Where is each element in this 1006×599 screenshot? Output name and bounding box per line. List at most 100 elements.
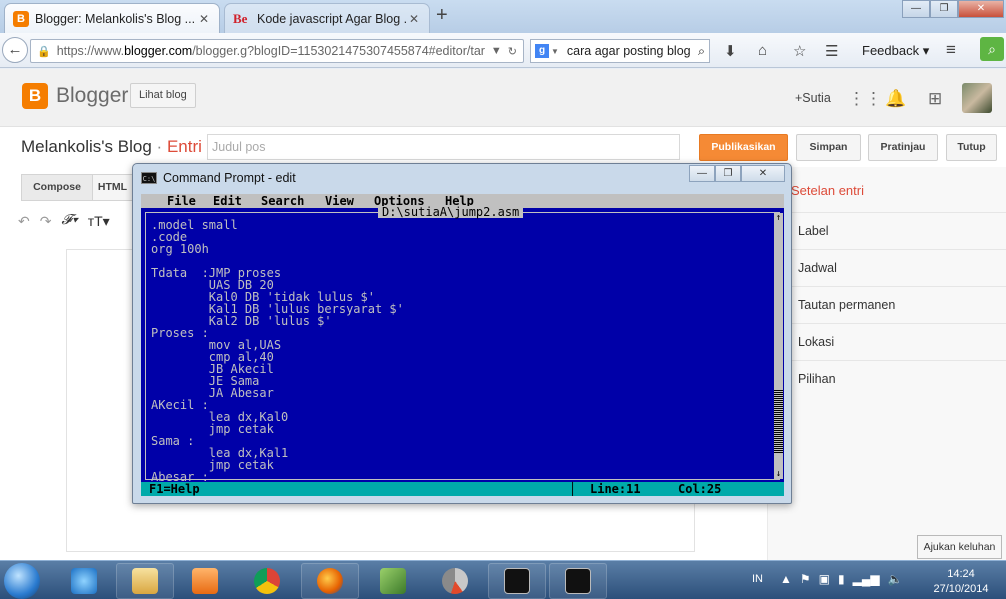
home-icon[interactable]: ⌂ xyxy=(758,42,767,59)
system-tray: ▲ ⚑ ▣ ▮ ▂▄▆ 🔈 xyxy=(780,572,903,586)
tab-kode-javascript[interactable]: Be Kode javascript Agar Blog ... ✕ xyxy=(224,3,430,33)
settings-item-options[interactable]: Pilihan xyxy=(768,360,1006,397)
network-icon[interactable]: ▣ xyxy=(819,572,830,586)
close-window-icon[interactable]: ✕ xyxy=(958,0,1004,18)
blogger-logo-icon[interactable]: B xyxy=(22,83,48,109)
start-button[interactable] xyxy=(4,563,40,599)
media-player-icon[interactable] xyxy=(176,563,234,599)
blogger-icon: B xyxy=(13,10,29,27)
code-line[interactable]: org 100h xyxy=(151,243,404,255)
back-arrow-icon[interactable]: ← xyxy=(2,37,28,63)
cmd-titlebar: C:\ Command Prompt - edit xyxy=(141,171,296,185)
bookmarks-list-icon[interactable]: ☰ xyxy=(825,42,838,60)
browser-tab-bar: B Blogger: Melankolis's Blog ... ✕ Be Ko… xyxy=(0,0,1006,33)
dos-editor[interactable]: File Edit Search View Options Help D:\su… xyxy=(141,194,784,496)
scroll-up-icon[interactable]: ↑ xyxy=(774,213,783,223)
settings-item-schedule[interactable]: Jadwal xyxy=(768,249,1006,286)
font-size-icon[interactable]: тT▾ xyxy=(88,213,110,230)
action-center-icon[interactable]: ⚑ xyxy=(800,572,811,586)
clock-date: 27/10/2014 xyxy=(933,583,989,595)
settings-item-location[interactable]: Lokasi xyxy=(768,323,1006,360)
language-indicator[interactable]: IN xyxy=(752,573,763,585)
brand-name: Blogger xyxy=(56,84,129,107)
settings-item-label[interactable]: Label xyxy=(768,212,1006,249)
code-area[interactable]: .model small .code org 100h Tdata :JMP pros… xyxy=(151,219,404,483)
dos-menu-edit[interactable]: Edit xyxy=(213,195,242,207)
user-link[interactable]: +Sutia xyxy=(795,91,831,105)
dos-status-bar: F1=Help │ Line:11 Col:25 xyxy=(141,482,784,496)
url-text: https://www.blogger.com/blogger.g?blogID… xyxy=(56,44,485,58)
settings-heading: Setelan entri xyxy=(791,183,864,198)
blogger-header: B Blogger Lihat blog +Sutia ⋮⋮ 🔔 ⊞ xyxy=(0,69,1006,127)
file-explorer-icon[interactable] xyxy=(116,563,174,599)
new-tab-icon[interactable]: + xyxy=(436,4,448,27)
settings-item-permalink[interactable]: Tautan permanen xyxy=(768,286,1006,323)
vertical-scrollbar[interactable]: ↑ ↓ xyxy=(774,213,783,479)
dropdown-arrow-icon[interactable]: ▼ xyxy=(491,45,502,57)
tray-arrow-icon[interactable]: ▲ xyxy=(780,572,792,586)
lock-icon: 🔒 xyxy=(37,45,51,58)
cmd-icon: C:\ xyxy=(141,172,157,184)
scroll-thumb[interactable] xyxy=(774,389,783,453)
close-icon[interactable]: ✕ xyxy=(741,165,785,182)
chrome-icon[interactable] xyxy=(238,563,296,599)
scroll-down-icon[interactable]: ↓ xyxy=(774,469,783,479)
view-blog-button[interactable]: Lihat blog xyxy=(130,83,196,108)
close-button[interactable]: Tutup xyxy=(946,134,997,161)
font-family-icon[interactable]: 𝓕▾ xyxy=(61,213,77,230)
avatar[interactable] xyxy=(962,83,992,113)
search-input[interactable]: cara agar posting blog xyxy=(567,44,698,58)
behance-icon: Be xyxy=(233,10,248,26)
url-bar[interactable]: 🔒 https://www.blogger.com/blogger.g?blog… xyxy=(30,39,524,63)
restore-icon[interactable]: ❐ xyxy=(930,0,958,18)
format-toolbar: ↶ ↷ 𝓕▾ тT▾ xyxy=(18,213,110,230)
publish-button[interactable]: Publikasikan xyxy=(699,134,788,161)
page-title: Melankolis's Blog · Entri xyxy=(21,137,202,156)
dos-menu-view[interactable]: View xyxy=(325,195,354,207)
firefox-icon[interactable] xyxy=(301,563,359,599)
evernote-icon[interactable]: ⌕ xyxy=(980,37,1004,61)
restore-icon[interactable]: ❐ xyxy=(715,165,741,182)
dos-menu-search[interactable]: Search xyxy=(261,195,304,207)
pen-tool-icon[interactable] xyxy=(364,563,422,599)
search-engine-dropdown-icon[interactable]: ▼ xyxy=(551,47,559,56)
google-icon: g xyxy=(535,44,549,58)
command-prompt-window[interactable]: C:\ Command Prompt - edit — ❐ ✕ File Edi… xyxy=(132,163,792,504)
bookmark-star-icon[interactable]: ☆ xyxy=(793,42,806,60)
notification-bell-icon[interactable]: 🔔 xyxy=(885,89,906,109)
apps-grid-icon[interactable]: ⋮⋮ xyxy=(848,89,882,109)
battery-icon[interactable]: ▮ xyxy=(838,572,845,586)
compose-tab[interactable]: Compose xyxy=(21,174,93,201)
save-button[interactable]: Simpan xyxy=(796,134,861,161)
minimize-icon[interactable]: — xyxy=(689,165,715,182)
undo-icon[interactable]: ↶ xyxy=(18,213,30,230)
command-prompt-taskbar-icon[interactable] xyxy=(488,563,546,599)
menu-icon[interactable]: ≡ xyxy=(946,40,956,60)
close-icon[interactable]: ✕ xyxy=(407,12,421,26)
app-circle-icon[interactable] xyxy=(426,563,484,599)
close-icon[interactable]: ✕ xyxy=(197,12,211,26)
html-tab[interactable]: HTML xyxy=(92,174,132,201)
download-icon[interactable]: ⬇ xyxy=(724,42,737,60)
dos-menu-file[interactable]: File xyxy=(167,195,196,207)
command-prompt-taskbar-icon-2[interactable] xyxy=(549,563,607,599)
minimize-icon[interactable]: — xyxy=(902,0,930,18)
feedback-button[interactable]: Feedback ▾ xyxy=(862,43,929,59)
signal-icon[interactable]: ▂▄▆ xyxy=(853,572,880,586)
clock[interactable]: 14:24 27/10/2014 xyxy=(930,567,992,597)
redo-icon[interactable]: ↷ xyxy=(40,213,52,230)
preview-button[interactable]: Pratinjau xyxy=(868,134,938,161)
report-tooltip[interactable]: Ajukan keluhan xyxy=(917,535,1002,559)
tab-title: Blogger: Melankolis's Blog ... xyxy=(35,11,196,26)
share-plus-icon[interactable]: ⊞ xyxy=(928,89,942,109)
internet-explorer-icon[interactable] xyxy=(55,563,113,599)
search-bar[interactable]: g ▼ cara agar posting blog ⌕ xyxy=(530,39,710,63)
magnifier-icon[interactable]: ⌕ xyxy=(698,44,705,59)
status-col: Col:25 xyxy=(678,482,722,496)
status-help: F1=Help xyxy=(149,482,200,496)
post-title-input[interactable]: Judul pos xyxy=(207,134,680,160)
tab-blogger[interactable]: B Blogger: Melankolis's Blog ... ✕ xyxy=(4,3,220,33)
reload-icon[interactable]: ↻ xyxy=(508,45,517,58)
code-line[interactable]: .model small xyxy=(151,219,404,231)
volume-icon[interactable]: 🔈 xyxy=(888,572,903,586)
